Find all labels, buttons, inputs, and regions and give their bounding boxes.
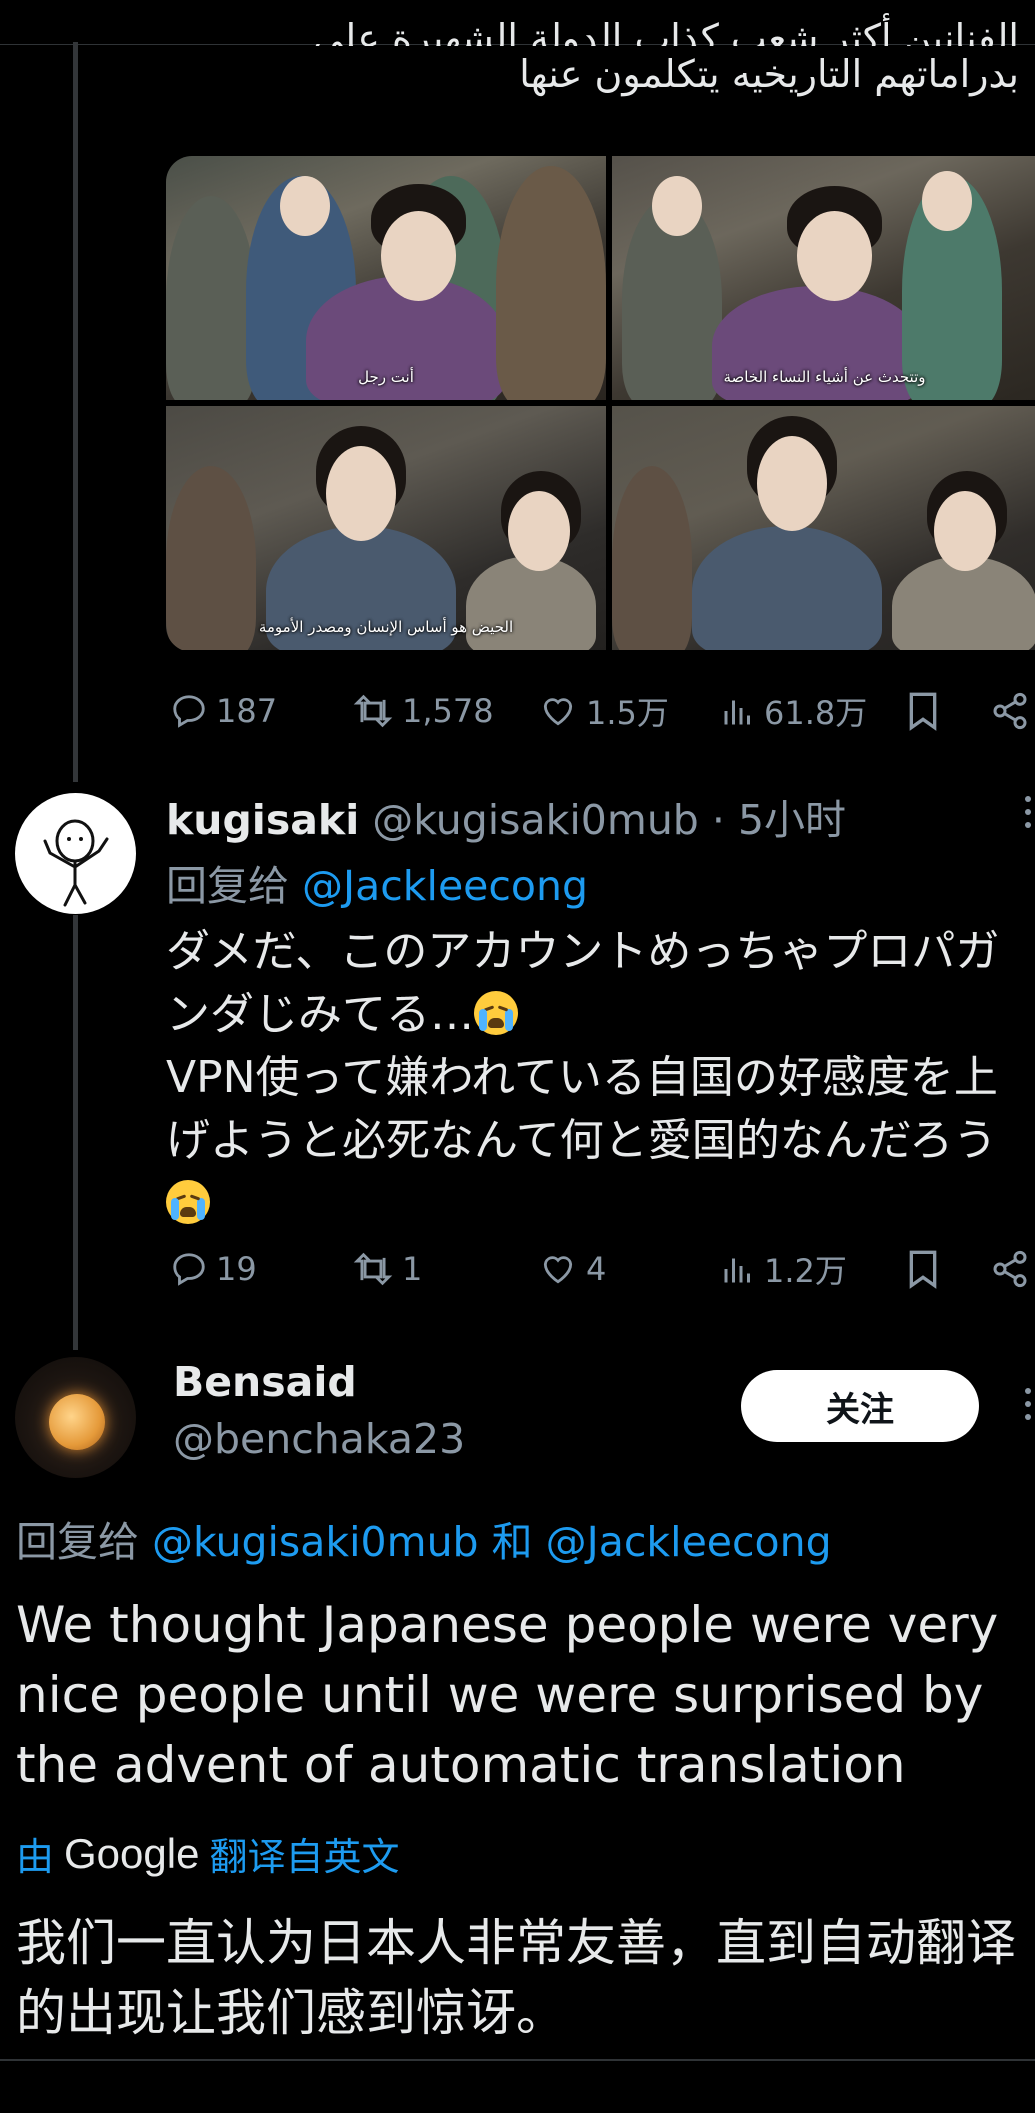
avatar[interactable] (15, 1357, 136, 1478)
media-subtitle: وتتحدث عن أشياء النساء الخاصة (723, 368, 926, 386)
media-image[interactable] (612, 406, 1035, 650)
translated-by-suffix: 翻译自英文 (209, 1835, 400, 1879)
repost-button[interactable]: 1,578 (352, 692, 494, 730)
crying-emoji (166, 1180, 210, 1224)
like-button[interactable]: 1.5万 (538, 688, 669, 734)
author-name[interactable]: kugisaki (166, 796, 359, 844)
share-button[interactable] (990, 1249, 1030, 1289)
share-icon (993, 692, 1027, 730)
bookmark-icon (909, 1250, 937, 1289)
reply-icon (173, 695, 205, 728)
moon-image (49, 1394, 105, 1450)
mention-link[interactable]: @Jackleecong (546, 1518, 832, 1566)
tweet-text: ダメだ、このアカウントめっちゃプロパガンダじみてる… VPN使って嫌われている自… (166, 920, 1026, 1235)
reply-context: 回复给 @kugisaki0mub 和 @Jackleecong (16, 1508, 832, 1568)
views-button[interactable]: 1.2万 (720, 1246, 847, 1292)
media-image[interactable]: وتتحدث عن أشياء النساء الخاصة (612, 156, 1035, 400)
views-icon (724, 700, 750, 725)
translated-text: 我们一直认为日本人非常友善，直到自动翻译的出现让我们感到惊讶。 (16, 1914, 1016, 2042)
author-handle[interactable]: @benchaka23 (173, 1415, 465, 1463)
tweet-text-line: ダメだ、このアカウントめっちゃプロパガンダじみてる… (166, 926, 1000, 1040)
tweet-actions: 19 1 4 1.2万 (166, 1244, 1035, 1294)
like-count: 1.5万 (586, 694, 669, 732)
bookmark-icon (909, 692, 937, 731)
views-count: 1.2万 (764, 1252, 847, 1290)
thread-line (73, 915, 78, 1350)
tweet-text-line: الفنانين أكثر شعب كذاب الدولة الشهيرة عل… (313, 16, 1019, 46)
reply-count: 19 (216, 1250, 257, 1288)
translation-attribution[interactable]: 由 Google 翻译自英文 (16, 1826, 399, 1881)
repost-count: 1 (402, 1250, 423, 1288)
mention-link[interactable]: @Jackleecong (302, 862, 588, 910)
thread-line (73, 42, 78, 782)
more-icon[interactable] (1025, 1388, 1033, 1420)
reply-prefix: 回复给 (16, 1518, 153, 1566)
follow-button[interactable]: 关注 (741, 1370, 979, 1442)
author-line: kugisaki @kugisaki0mub · 5小时 (166, 786, 846, 846)
reply-join: 和 (478, 1518, 546, 1566)
media-grid[interactable]: أنت رجل وتتحدث عن أشياء النساء الخاصة ال… (166, 156, 1035, 652)
repost-button[interactable]: 1 (352, 1250, 422, 1288)
avatar[interactable] (15, 793, 136, 914)
like-count: 4 (586, 1250, 607, 1288)
reply-icon (173, 1253, 205, 1286)
views-button[interactable]: 61.8万 (720, 688, 867, 734)
repost-count: 1,578 (402, 692, 494, 730)
views-icon (724, 1258, 750, 1283)
tweet-text: We thought Japanese people were very nic… (16, 1596, 999, 1794)
repost-icon (353, 694, 393, 728)
translated-by-prefix: 由 (16, 1835, 55, 1879)
share-button[interactable] (990, 691, 1030, 731)
reply-prefix: 回复给 (166, 862, 303, 910)
media-image[interactable]: أنت رجل (166, 156, 606, 400)
mention-link[interactable]: @kugisaki0mub (152, 1518, 479, 1566)
tweet-text-line: بدراماتهم التاريخيه يتكلمون عنها (519, 52, 1019, 96)
share-icon (993, 1250, 1027, 1288)
like-icon (543, 1256, 573, 1284)
repost-icon (353, 1252, 393, 1286)
tweet-actions: 187 1,578 1.5万 61.8万 (166, 686, 1035, 736)
bookmark-button[interactable] (906, 691, 940, 731)
media-subtitle: الحيض هو أساس الإنسان ومصدر الأمومة (258, 618, 514, 636)
reply-context: 回复给 @Jackleecong (166, 852, 588, 912)
like-icon (543, 698, 573, 726)
more-icon[interactable] (1025, 796, 1033, 828)
tweet-text: الفنانين أكثر شعب كذاب الدولة الشهيرة عل… (168, 10, 1019, 102)
reply-button[interactable]: 187 (170, 692, 277, 730)
views-count: 61.8万 (764, 694, 868, 732)
media-subtitle: أنت رجل (358, 368, 414, 386)
bottom-divider (0, 2059, 1035, 2061)
tweet-text-line: VPN使って嫌われている自国の好感度を上げようと必死なんて何と愛国的なんだろう (166, 1052, 998, 1166)
author-handle[interactable]: @kugisaki0mub (372, 796, 699, 844)
timestamp[interactable]: · 5小时 (712, 796, 846, 844)
like-button[interactable]: 4 (538, 1250, 606, 1288)
media-image[interactable]: الحيض هو أساس الإنسان ومصدر الأمومة (166, 406, 606, 650)
reply-count: 187 (216, 692, 278, 730)
google-logo: Google (64, 1829, 200, 1877)
reply-button[interactable]: 19 (170, 1250, 257, 1288)
author-name[interactable]: Bensaid (173, 1358, 357, 1406)
crying-emoji (474, 991, 518, 1035)
bookmark-button[interactable] (906, 1249, 940, 1289)
